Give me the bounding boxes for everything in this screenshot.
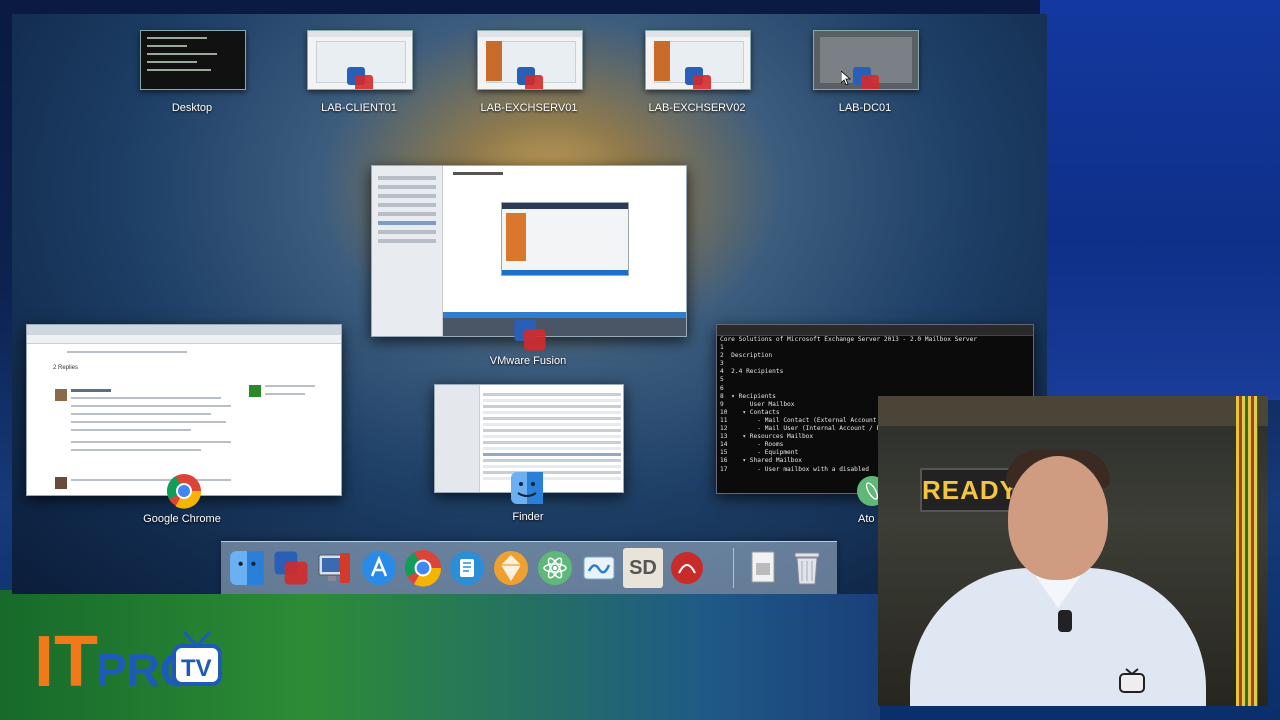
logo-it: IT xyxy=(34,622,98,696)
documents-stack-icon xyxy=(751,551,775,583)
window-label-vmware-fusion: VMware Fusion xyxy=(489,355,567,367)
vmware-library-sidebar xyxy=(372,166,443,336)
vmware-fusion-icon xyxy=(685,67,711,89)
sd-icon-label: SD xyxy=(629,556,657,579)
google-chrome-icon xyxy=(167,474,202,509)
google-chrome-icon xyxy=(405,550,441,587)
app-store-icon xyxy=(362,551,396,585)
terminal-line: 3 xyxy=(720,360,724,368)
space-thumbnail xyxy=(645,30,751,90)
vmware-main-pane xyxy=(443,166,686,336)
space-lab-exchserv01[interactable]: LAB-EXCHSERV01 xyxy=(477,30,583,114)
dock-finder[interactable] xyxy=(227,548,267,588)
vmware-fusion-icon xyxy=(347,67,373,89)
logo-tv: TV xyxy=(181,655,212,682)
lapel-mic xyxy=(1058,610,1072,632)
dock-google-chrome[interactable] xyxy=(403,548,443,588)
dock-divider xyxy=(733,548,734,588)
red-app-icon xyxy=(671,552,703,584)
dock-vmware-fusion[interactable] xyxy=(271,548,311,588)
ready-sign: READY xyxy=(920,468,1017,512)
terminal-line: Core Solutions of Microsoft Exchange Ser… xyxy=(720,336,978,343)
replies-heading: 2 Replies xyxy=(53,365,79,371)
dock-sd[interactable]: SD xyxy=(623,548,663,588)
vmware-fusion-icon xyxy=(274,551,308,585)
terminal-line: 4 2.4 Recipients xyxy=(720,368,784,376)
window-label-finder: Finder xyxy=(512,511,544,523)
dock-app-store[interactable] xyxy=(359,548,399,588)
broadcast-blue-panel xyxy=(1040,0,1280,400)
atom-icon xyxy=(538,551,572,585)
space-thumbnail xyxy=(140,30,246,90)
space-lab-client01[interactable]: LAB-CLIENT01 xyxy=(307,30,413,114)
mindnode-icon xyxy=(583,556,615,580)
space-label: LAB-EXCHSERV02 xyxy=(648,102,746,114)
finder-icon xyxy=(230,551,264,585)
space-thumbnail xyxy=(477,30,583,90)
cable-bundle xyxy=(1236,396,1258,706)
dock-sketch[interactable] xyxy=(491,548,531,588)
tv-badge-icon xyxy=(1119,668,1145,693)
terminal-line: 6 xyxy=(720,384,724,392)
terminal-title-bar xyxy=(717,325,1033,336)
dock-atom[interactable] xyxy=(535,548,575,588)
dock-text-wrangler[interactable] xyxy=(447,548,487,588)
finder-icon xyxy=(511,472,543,504)
vmware-fusion-icon xyxy=(853,67,879,89)
space-label: LAB-EXCHSERV01 xyxy=(480,102,578,114)
dock-trash[interactable] xyxy=(787,548,827,588)
sketch-icon xyxy=(494,551,528,585)
space-desktop[interactable]: Desktop xyxy=(140,30,246,114)
vmware-fusion-icon xyxy=(517,67,543,89)
terminal-line: 2 Description xyxy=(720,352,773,360)
presenter-face xyxy=(1008,456,1108,580)
remote-desktop-icon xyxy=(318,553,350,583)
dock-red-app[interactable] xyxy=(667,548,707,588)
finder-sidebar xyxy=(435,385,480,492)
chrome-address-bar xyxy=(27,335,341,344)
presenter-video: READY xyxy=(878,396,1268,706)
space-label: Desktop xyxy=(171,102,213,114)
space-label: LAB-CLIENT01 xyxy=(321,102,397,114)
vmware-fusion-icon xyxy=(514,319,546,351)
space-thumbnail xyxy=(813,30,919,90)
dock-documents[interactable] xyxy=(743,548,783,588)
terminal-line: 1 xyxy=(720,344,724,352)
window-label-google-chrome: Google Chrome xyxy=(143,513,221,525)
mouse-cursor-icon xyxy=(841,71,851,85)
dock: SD xyxy=(221,541,837,594)
vmware-fusion-window[interactable] xyxy=(371,165,687,337)
space-lab-exchserv02[interactable]: LAB-EXCHSERV02 xyxy=(645,30,751,114)
dock-remote-desktop[interactable] xyxy=(315,548,355,588)
space-lab-dc01[interactable]: LAB-DC01 xyxy=(813,30,919,114)
terminal-line: 5 xyxy=(720,376,724,384)
text-wrangler-icon xyxy=(450,551,484,585)
itpro-tv-logo: IT PRO TV xyxy=(34,622,222,696)
dock-mindnode[interactable] xyxy=(579,548,619,588)
space-thumbnail xyxy=(307,30,413,90)
space-label: LAB-DC01 xyxy=(838,102,892,114)
google-chrome-window[interactable]: 2 Replies xyxy=(26,324,342,496)
vm-preview xyxy=(501,202,629,276)
vmware-footer xyxy=(443,318,686,336)
chrome-tab-strip xyxy=(27,325,341,335)
trash-icon xyxy=(794,552,820,585)
